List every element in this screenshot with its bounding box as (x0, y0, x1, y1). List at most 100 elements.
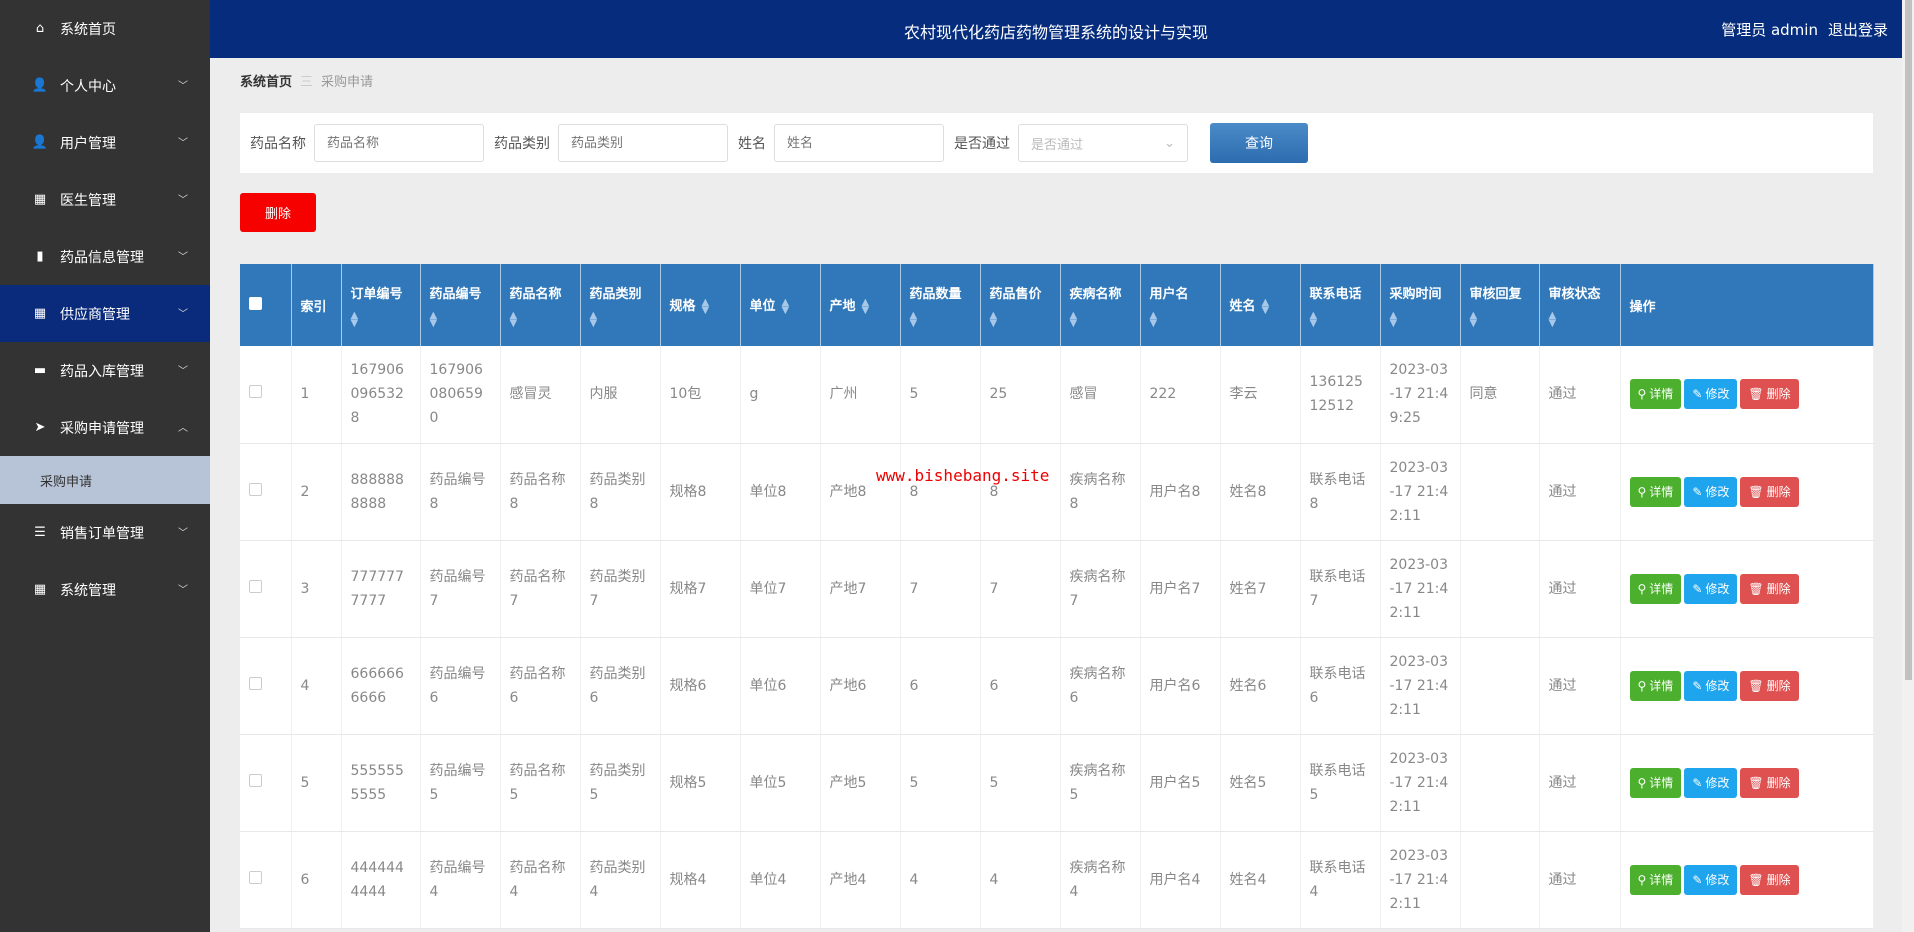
sort-icon[interactable]: ▲ ▼ (910, 310, 971, 328)
sidebar-item-label: 个人中心 (60, 78, 116, 95)
detail-button[interactable]: ⚲ 详情 (1629, 767, 1682, 798)
sidebar-item[interactable]: ▦ 系统管理 ﹀ (0, 561, 210, 618)
row-checkbox[interactable] (249, 773, 262, 787)
table-cell: 产地8 (820, 443, 901, 541)
delete-button[interactable]: 🗑 删除 (1740, 670, 1799, 701)
sidebar-item[interactable]: ☰ 销售订单管理 ﹀ (0, 504, 210, 561)
column-header[interactable]: 单位 ▲ ▼ (740, 264, 821, 346)
trash-icon: 🗑 (1748, 387, 1764, 402)
column-header[interactable]: 药品名称 ▲ ▼ (500, 264, 581, 346)
detail-button[interactable]: ⚲ 详情 (1629, 670, 1682, 701)
action-label: 修改 (1705, 872, 1730, 887)
sort-icon[interactable]: ▲ ▼ (1549, 310, 1611, 328)
column-header[interactable]: 药品编号 ▲ ▼ (420, 264, 501, 346)
column-header[interactable]: 订单编号 ▲ ▼ (341, 264, 421, 346)
sort-icon[interactable]: ▲ ▼ (1070, 310, 1131, 328)
table-cell: 2023-03-17 21:49:25 (1380, 346, 1461, 444)
sort-icon[interactable]: ▲ ▼ (1390, 310, 1451, 328)
edit-button[interactable]: ✎ 修改 (1684, 670, 1738, 701)
row-checkbox[interactable] (249, 870, 262, 884)
row-select-cell (240, 734, 292, 832)
column-header[interactable]: 药品数量 ▲ ▼ (900, 264, 981, 346)
delete-button[interactable]: 🗑 删除 (1740, 476, 1799, 507)
sidebar-item[interactable]: ▦ 供应商管理 ﹀ (0, 285, 210, 342)
sidebar-item[interactable]: ➤ 采购申请管理 ︿ (0, 399, 210, 456)
breadcrumb-home[interactable]: 系统首页 (240, 75, 292, 90)
column-header[interactable]: 规格 ▲ ▼ (660, 264, 741, 346)
edit-button[interactable]: ✎ 修改 (1684, 476, 1738, 507)
sort-icon[interactable]: ▲ ▼ (1262, 297, 1270, 315)
column-header[interactable]: 审核状态 ▲ ▼ (1539, 264, 1621, 346)
column-header[interactable]: 疾病名称 ▲ ▼ (1060, 264, 1141, 346)
sort-icon[interactable]: ▲ ▼ (590, 310, 651, 328)
table-cell: 李云 (1220, 346, 1301, 444)
sort-icon[interactable]: ▲ ▼ (430, 310, 491, 328)
scrollbar[interactable] (1902, 0, 1914, 932)
table-cell: 用户名7 (1140, 540, 1221, 638)
sidebar-item[interactable]: ▦ 医生管理 ﹀ (0, 171, 210, 228)
column-header[interactable]: 审核回复 ▲ ▼ (1460, 264, 1540, 346)
row-checkbox[interactable] (249, 385, 262, 399)
sort-icon[interactable]: ▲ ▼ (702, 297, 710, 315)
edit-button[interactable]: ✎ 修改 (1684, 379, 1738, 410)
detail-button[interactable]: ⚲ 详情 (1629, 573, 1682, 604)
drug-name-input[interactable] (314, 124, 484, 162)
delete-button[interactable]: 🗑 删除 (1740, 379, 1799, 410)
select-all-checkbox[interactable] (249, 296, 262, 310)
approved-select[interactable]: 是否通过 ⌄ (1018, 124, 1188, 162)
sort-icon[interactable]: ▲ ▼ (1470, 310, 1530, 328)
table-row: 2 8888888888 药品编号8 药品名称8 药品类别8 规格8 单位8 产地8 8 8 疾病名… (240, 443, 1874, 541)
column-header[interactable]: 采购时间 ▲ ▼ (1380, 264, 1461, 346)
column-header[interactable]: 药品售价 ▲ ▼ (980, 264, 1061, 346)
row-checkbox[interactable] (249, 676, 262, 690)
table-cell: 1679060965328 (341, 346, 421, 444)
sort-icon[interactable]: ▲ ▼ (1310, 310, 1371, 328)
detail-button[interactable]: ⚲ 详情 (1629, 864, 1682, 895)
detail-button[interactable]: ⚲ 详情 (1629, 379, 1682, 410)
sidebar-item-label: 医生管理 (60, 192, 116, 209)
batch-delete-button[interactable]: 删除 (240, 193, 316, 232)
table-cell: 8 (980, 443, 1061, 541)
edit-button[interactable]: ✎ 修改 (1684, 767, 1738, 798)
name-input[interactable] (774, 124, 944, 162)
table-cell: 药品名称8 (500, 443, 581, 541)
edit-button[interactable]: ✎ 修改 (1684, 573, 1738, 604)
table-cell: 药品名称6 (500, 637, 581, 735)
pencil-icon: ✎ (1692, 484, 1703, 499)
delete-button[interactable]: 🗑 删除 (1740, 864, 1799, 895)
action-label: 详情 (1649, 387, 1674, 402)
sidebar-item[interactable]: ▬ 药品入库管理 ﹀ (0, 342, 210, 399)
table-cell: 3 (291, 540, 342, 638)
table-row: 5 5555555555 药品编号5 药品名称5 药品类别5 规格5 单位5 产地5 5 5 疾病名… (240, 734, 1874, 832)
sort-icon[interactable]: ▲ ▼ (782, 297, 790, 315)
column-header-label: 审核回复 (1469, 286, 1522, 302)
column-header[interactable]: 产地 ▲ ▼ (820, 264, 901, 346)
column-header[interactable]: 姓名 ▲ ▼ (1220, 264, 1301, 346)
column-header[interactable]: 联系电话 ▲ ▼ (1300, 264, 1381, 346)
sort-icon[interactable]: ▲ ▼ (862, 297, 870, 315)
sort-icon[interactable]: ▲ ▼ (1150, 310, 1211, 328)
table-cell: 7777777777 (341, 540, 421, 638)
breadcrumb: 系统首页三采购申请 (240, 71, 373, 90)
sort-icon[interactable]: ▲ ▼ (351, 310, 411, 328)
table-cell: 感冒灵 (500, 346, 581, 444)
scrollbar-thumb[interactable] (1905, 0, 1912, 680)
edit-button[interactable]: ✎ 修改 (1684, 864, 1738, 895)
sort-icon[interactable]: ▲ ▼ (990, 310, 1051, 328)
delete-button[interactable]: 🗑 删除 (1740, 767, 1799, 798)
row-checkbox[interactable] (249, 579, 262, 593)
query-button[interactable]: 查询 (1210, 123, 1308, 163)
logout-link[interactable]: 退出登录 (1828, 21, 1888, 39)
sidebar-item[interactable]: 👤 用户管理 ﹀ (0, 114, 210, 171)
delete-button[interactable]: 🗑 删除 (1740, 573, 1799, 604)
sidebar-item[interactable]: 👤 个人中心 ﹀ (0, 57, 210, 114)
drug-category-input[interactable] (558, 124, 728, 162)
sidebar-item[interactable]: ⌂ 系统首页 (0, 0, 210, 57)
sort-icon[interactable]: ▲ ▼ (510, 310, 571, 328)
sidebar-subitem[interactable]: 采购申请 (0, 456, 210, 504)
detail-button[interactable]: ⚲ 详情 (1629, 476, 1682, 507)
row-checkbox[interactable] (249, 482, 262, 496)
column-header[interactable]: 用户名 ▲ ▼ (1140, 264, 1221, 346)
column-header[interactable]: 药品类别 ▲ ▼ (580, 264, 661, 346)
sidebar-item[interactable]: ▮ 药品信息管理 ﹀ (0, 228, 210, 285)
